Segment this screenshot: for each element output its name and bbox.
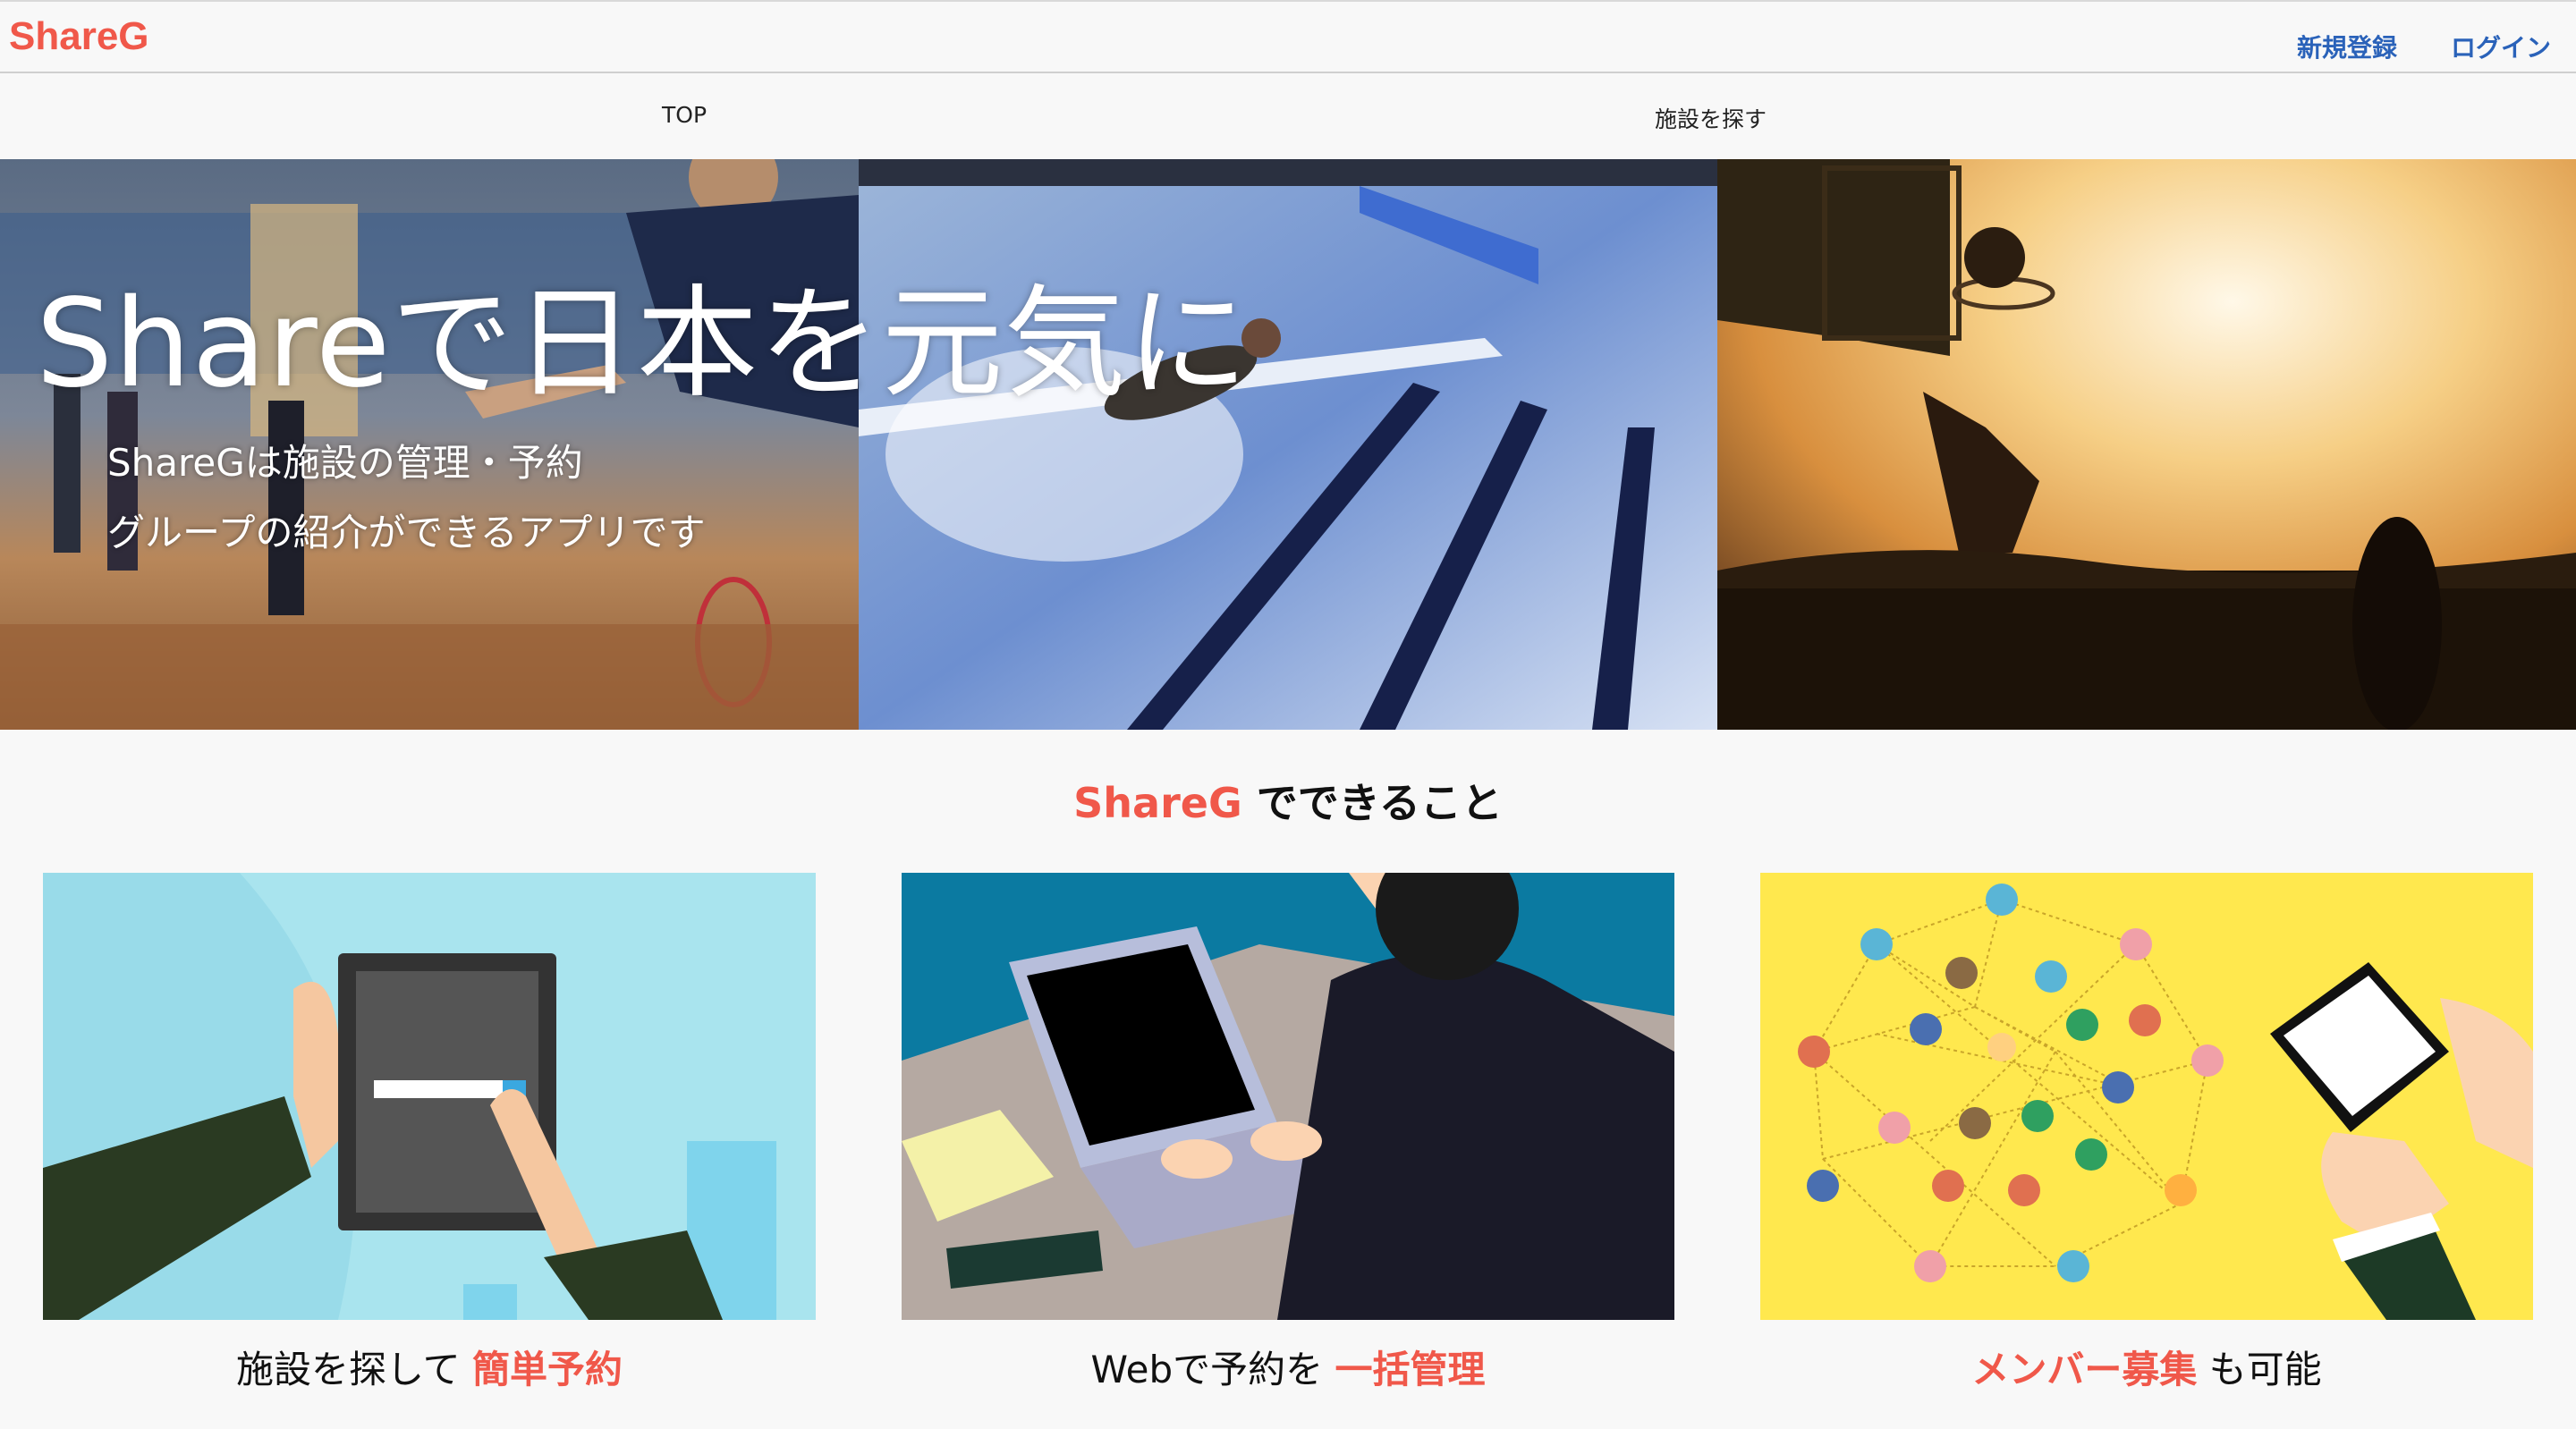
caption-text: Webで予約を [1090,1348,1335,1391]
feature-caption-search: 施設を探して 簡単予約 [43,1340,816,1394]
login-link[interactable]: ログイン [2451,29,2551,64]
caption-text: 施設を探して [235,1348,473,1391]
hero-subtitle-line-2: グループの紹介ができるアプリです [107,511,706,554]
signup-link[interactable]: 新規登録 [2297,29,2397,64]
feature-caption-management: Webで予約を 一括管理 [902,1340,1674,1394]
caption-text-suffix: も可能 [2197,1348,2322,1391]
caption-highlight: メンバー募集 [1971,1348,2198,1391]
feature-card-members[interactable] [1760,873,2533,1320]
features-heading-text: でできること [1241,779,1503,827]
nav-item-find-facility[interactable]: 施設を探す [1655,102,1767,134]
caption-highlight: 一括管理 [1335,1348,1486,1391]
feature-card-management[interactable] [902,873,1674,1320]
feature-caption-members: メンバー募集 も可能 [1760,1340,2533,1394]
nav-item-top[interactable]: TOP [662,102,707,128]
main-nav: TOP 施設を探す [0,75,2576,159]
hero-subtitle-line-1: ShareGは施設の管理・予約 [107,441,583,485]
hero-banner: Shareで日本を元気に ShareGは施設の管理・予約 グループの紹介ができる… [0,159,2576,730]
features-heading-brand: ShareG [1073,779,1242,827]
hero-title: Shareで日本を元気に [36,274,1250,415]
caption-highlight: 簡単予約 [472,1348,623,1391]
features-heading: ShareG でできること [0,771,2576,830]
feature-card-search[interactable] [43,873,816,1320]
site-logo[interactable]: ShareG [9,14,149,59]
basketball-photo [1717,159,2576,730]
site-header: ShareG 新規登録 ログイン [0,0,2576,73]
